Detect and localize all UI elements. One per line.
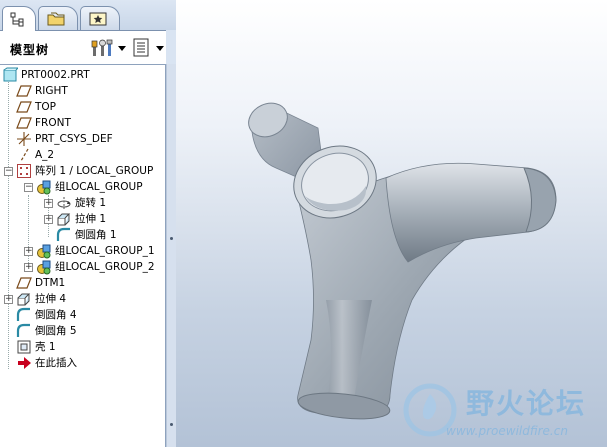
group-icon: [37, 244, 51, 259]
tree-item-label: 倒圆角 4: [35, 309, 77, 321]
tree-item-top[interactable]: TOP: [16, 99, 56, 115]
tree-item-axis[interactable]: A_2: [16, 147, 54, 163]
collapse-toggle[interactable]: −: [4, 167, 13, 176]
datum-plane-icon: [16, 117, 32, 129]
tree-item-group[interactable]: 组LOCAL_GROUP: [36, 179, 143, 195]
settings-tools-icon: [91, 39, 113, 56]
datum-plane-icon: [16, 85, 32, 97]
datum-axis-icon: [20, 148, 29, 162]
expand-toggle[interactable]: +: [24, 263, 33, 272]
datum-plane-icon: [16, 277, 32, 289]
tree-item-label: A_2: [35, 149, 55, 161]
tree-item-round-4[interactable]: 倒圆角 4: [16, 307, 77, 323]
tree-item-label: RIGHT: [35, 85, 68, 97]
graphics-viewport[interactable]: 野火论坛 www.proewildfire.cn: [176, 0, 607, 447]
tree-item-insert-here[interactable]: 在此插入: [16, 355, 77, 371]
tree-settings-button[interactable]: [91, 38, 127, 58]
navigator-panel: 模型树 PRT0002.PRT RIGHT TOP FRONT PRT_CSYS…: [0, 0, 176, 447]
tree-item-csys[interactable]: PRT_CSYS_DEF: [16, 131, 113, 147]
tree-item-group-1[interactable]: 组LOCAL_GROUP_1: [36, 243, 155, 259]
tree-item-label: TOP: [35, 101, 57, 113]
tab-folder-browser[interactable]: [38, 6, 78, 30]
tree-item-label: PRT0002.PRT: [21, 69, 90, 81]
splitter-grip: [170, 423, 173, 426]
expand-toggle[interactable]: +: [4, 295, 13, 304]
show-list-icon: [133, 38, 149, 57]
tree-item-label: DTM1: [35, 277, 66, 289]
datum-plane-icon: [16, 101, 32, 113]
tree-item-label: 拉伸 4: [35, 293, 67, 305]
tree-show-button[interactable]: [132, 38, 166, 58]
round-icon: [16, 307, 30, 321]
csys-icon: [17, 132, 31, 146]
model-tree-icon: [10, 12, 24, 27]
splitter-grip: [170, 237, 173, 240]
pattern-icon: [17, 164, 31, 178]
watermark-title: 野火论坛: [466, 387, 587, 420]
panel-title: 模型树: [10, 43, 50, 57]
tree-item-label: 在此插入: [35, 357, 77, 369]
group-icon: [37, 180, 51, 195]
tree-item-round-5[interactable]: 倒圆角 5: [16, 323, 77, 339]
tree-item-label: FRONT: [35, 117, 71, 129]
tree-item-dtm1[interactable]: DTM1: [16, 275, 65, 291]
tree-item-label: 阵列 1 / LOCAL_GROUP: [35, 165, 154, 177]
tree-item-label: 组LOCAL_GROUP_1: [55, 245, 155, 257]
tree-item-pattern[interactable]: 阵列 1 / LOCAL_GROUP: [16, 163, 153, 179]
tree-item-round-1[interactable]: 倒圆角 1: [56, 227, 117, 243]
model-tree: PRT0002.PRT RIGHT TOP FRONT PRT_CSYS_DEF…: [0, 64, 166, 447]
tree-item-revolve[interactable]: 旋转 1: [56, 195, 106, 211]
tree-item-group-2[interactable]: 组LOCAL_GROUP_2: [36, 259, 155, 275]
shell-icon: [17, 340, 31, 354]
tree-item-label: 旋转 1: [75, 197, 107, 209]
tab-model-tree[interactable]: [2, 6, 36, 31]
tree-item-label: PRT_CSYS_DEF: [35, 133, 113, 145]
favorites-icon: [89, 12, 107, 26]
tree-item-label: 组LOCAL_GROUP: [55, 181, 143, 193]
navigator-tab-strip: [0, 0, 176, 31]
chevron-down-icon: [156, 46, 164, 51]
tree-item-front[interactable]: FRONT: [16, 115, 71, 131]
watermark-url: www.proewildfire.cn: [446, 424, 568, 438]
forum-watermark: 野火论坛 www.proewildfire.cn: [400, 374, 607, 447]
round-icon: [16, 323, 30, 337]
collapse-toggle[interactable]: −: [24, 183, 33, 192]
extrude-icon: [17, 293, 31, 306]
tree-item-label: 拉伸 1: [75, 213, 107, 225]
part-icon: [3, 67, 18, 82]
tree-item-label: 壳 1: [35, 341, 56, 353]
panel-splitter[interactable]: [166, 64, 176, 447]
tree-item-label: 倒圆角 1: [75, 229, 117, 241]
tree-item-root[interactable]: PRT0002.PRT: [2, 67, 90, 83]
tree-item-extrude-1[interactable]: 拉伸 1: [56, 211, 106, 227]
insert-here-arrow-icon: [18, 357, 31, 369]
expand-toggle[interactable]: +: [44, 199, 53, 208]
chevron-down-icon: [118, 46, 126, 51]
tree-item-label: 倒圆角 5: [35, 325, 77, 337]
tree-item-right[interactable]: RIGHT: [16, 83, 68, 99]
revolve-icon: [57, 197, 71, 209]
expand-toggle[interactable]: +: [44, 215, 53, 224]
folder-icon: [47, 12, 65, 26]
group-icon: [37, 260, 51, 275]
expand-toggle[interactable]: +: [24, 247, 33, 256]
tree-item-extrude-4[interactable]: 拉伸 4: [16, 291, 66, 307]
tree-item-label: 组LOCAL_GROUP_2: [55, 261, 155, 273]
model-tree-toolbar: 模型树: [0, 30, 166, 64]
tree-item-shell[interactable]: 壳 1: [16, 339, 56, 355]
round-icon: [56, 227, 70, 241]
tab-favorites[interactable]: [80, 6, 120, 30]
tree-connector: [8, 79, 9, 369]
extrude-icon: [57, 213, 71, 226]
